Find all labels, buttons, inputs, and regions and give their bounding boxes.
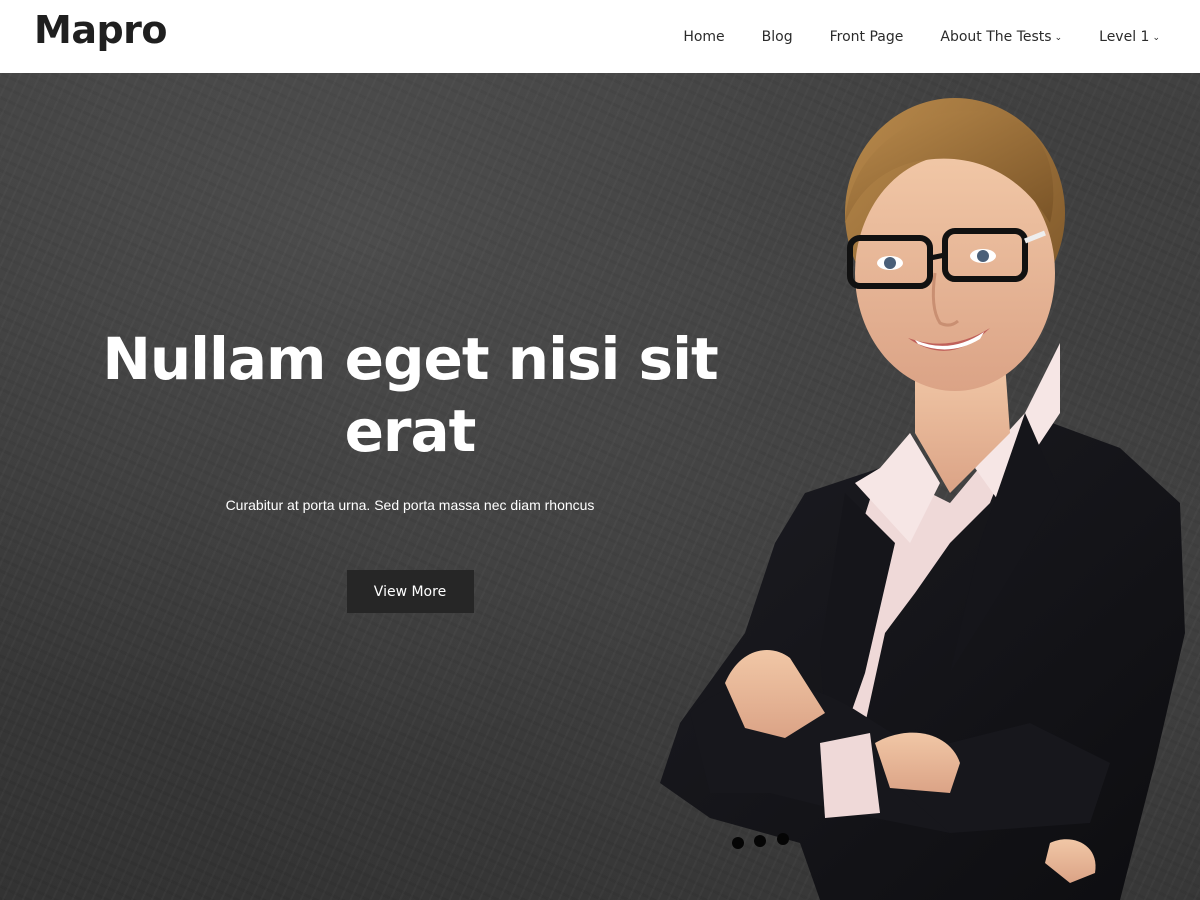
hero-content: Nullam eget nisi sit erat Curabitur at p… — [60, 323, 760, 613]
page: Mapro Home Blog Front Page About The Tes… — [0, 0, 1200, 900]
hero-section: Nullam eget nisi sit erat Curabitur at p… — [0, 73, 1200, 900]
chevron-down-icon: ⌄ — [1054, 32, 1063, 43]
nav-item-label: Level 1 — [1099, 28, 1150, 45]
site-logo[interactable]: Mapro — [34, 8, 168, 52]
nav-item-label: Blog — [761, 28, 793, 45]
nav-item-label: About The Tests — [940, 28, 1052, 45]
nav-item-label: Front Page — [829, 28, 904, 45]
nav-item-label: Home — [683, 28, 725, 45]
hero-subtitle: Curabitur at porta urna. Sed porta massa… — [225, 497, 595, 513]
view-more-button[interactable]: View More — [346, 570, 474, 613]
main-nav: Home Blog Front Page About The Tests ⌄ L… — [646, 0, 1160, 73]
hero-title-line-2: erat — [344, 397, 477, 465]
hero-title-line-1: Nullam eget nisi sit — [102, 325, 718, 393]
nav-item-level-1[interactable]: Level 1 ⌄ — [1099, 29, 1160, 45]
nav-item-front-page[interactable]: Front Page — [830, 29, 904, 45]
nav-item-about-the-tests[interactable]: About The Tests ⌄ — [940, 29, 1062, 45]
site-header: Mapro Home Blog Front Page About The Tes… — [0, 0, 1200, 73]
nav-item-blog[interactable]: Blog — [762, 29, 793, 45]
chevron-down-icon: ⌄ — [1152, 32, 1160, 43]
hero-title: Nullam eget nisi sit erat — [60, 323, 760, 467]
nav-item-home[interactable]: Home — [683, 29, 724, 45]
